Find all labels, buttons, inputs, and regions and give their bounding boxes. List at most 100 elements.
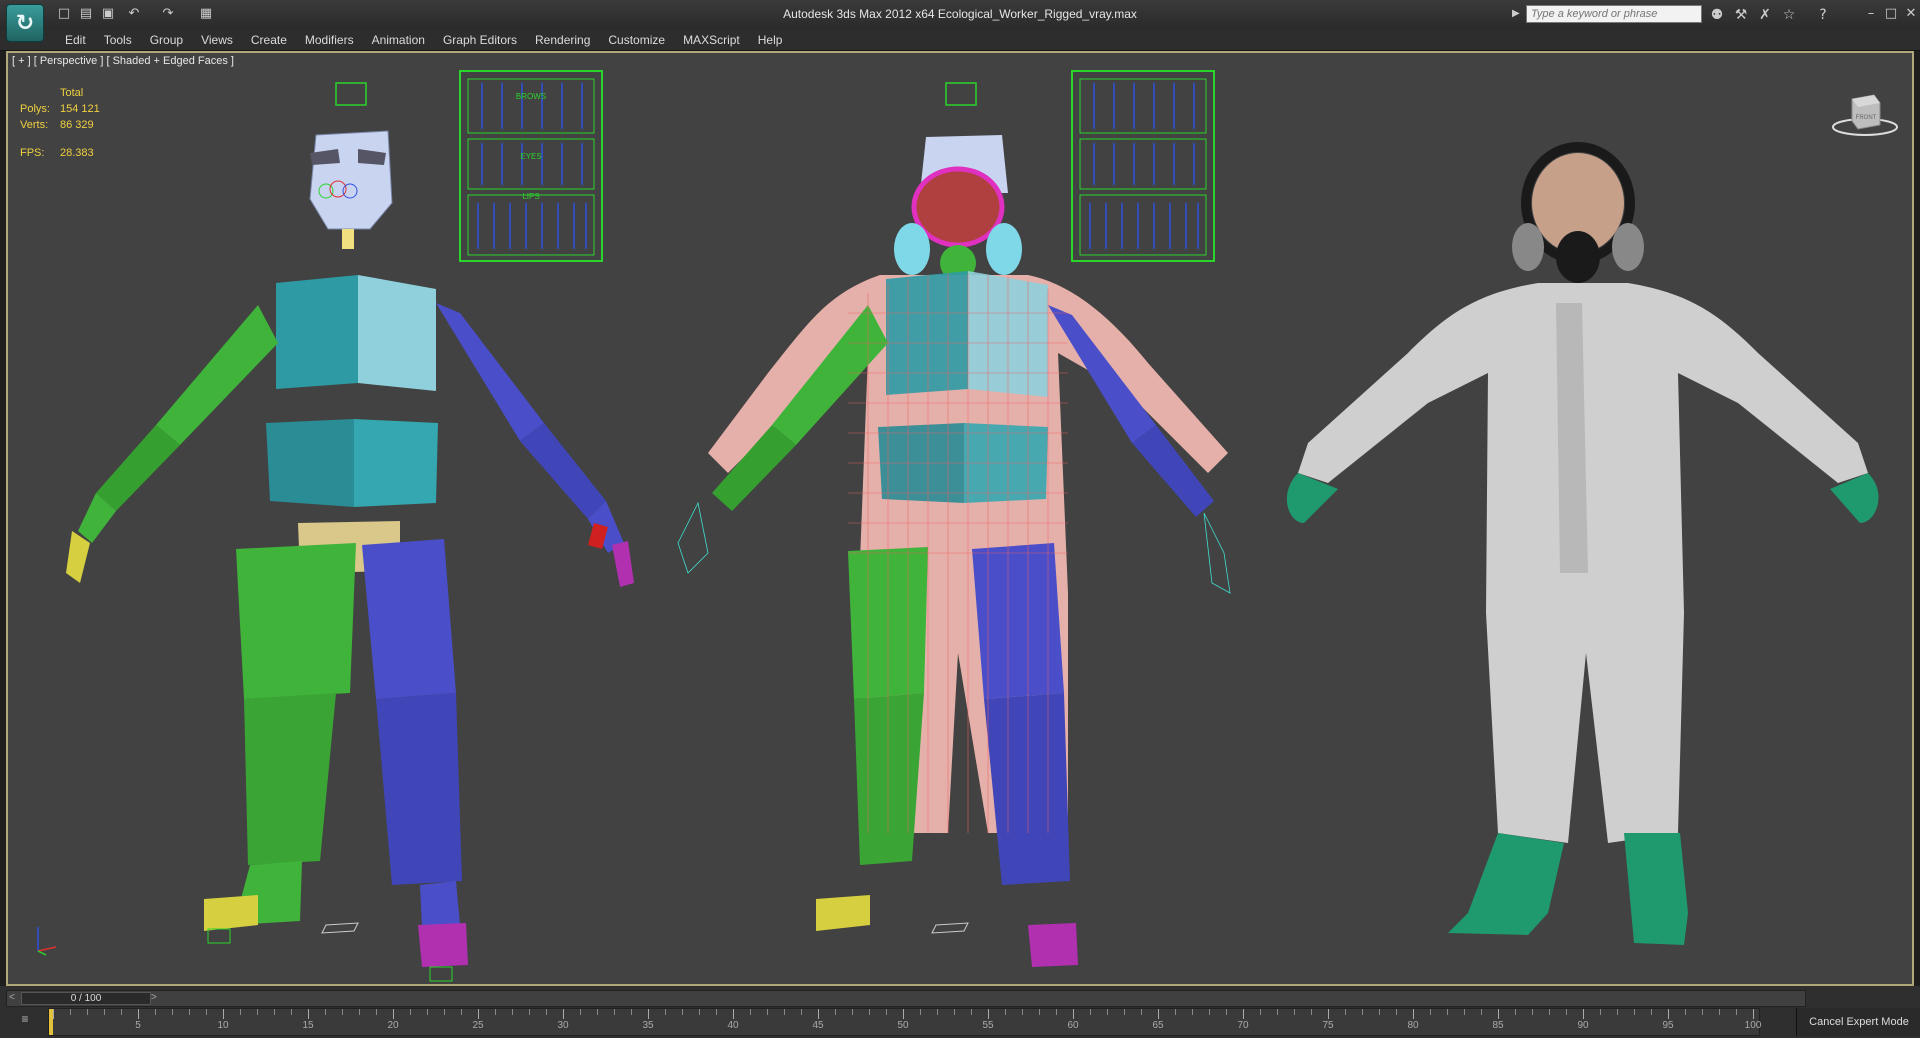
track-tick — [1175, 1009, 1176, 1015]
search-input[interactable] — [1526, 5, 1702, 23]
track-tick — [1260, 1009, 1261, 1015]
menu-tools[interactable]: Tools — [95, 33, 141, 47]
wrench-icon[interactable]: ⚒ — [1732, 6, 1750, 24]
track-tick — [1090, 1009, 1091, 1015]
time-slider-thumb[interactable]: 0 / 100 — [21, 992, 151, 1005]
track-tick — [240, 1009, 241, 1015]
menu-create[interactable]: Create — [242, 33, 296, 47]
track-tick — [121, 1009, 122, 1015]
search-expand-icon[interactable]: ▶ — [1512, 8, 1520, 19]
cancel-expert-mode-button[interactable]: Cancel Expert Mode — [1796, 1008, 1920, 1036]
track-tick — [784, 1009, 785, 1015]
timeline-area: < 0 / 100 > ≡ 5 10 15 20 25 30 35 40 45 50 55 60 65 7… — [0, 986, 1920, 1038]
app-logo-icon[interactable]: ↻ — [6, 4, 44, 42]
track-tick — [512, 1009, 513, 1015]
track-tick — [359, 1009, 360, 1015]
track-tick — [427, 1009, 428, 1015]
track-tick-label: 35 — [642, 1020, 654, 1031]
track-tick — [903, 1009, 904, 1019]
track-tick — [444, 1009, 445, 1015]
track-tick-label: 55 — [982, 1020, 994, 1031]
track-tick — [1073, 1009, 1074, 1019]
track-tick — [1498, 1009, 1499, 1019]
track-tick — [1447, 1009, 1448, 1015]
track-tick — [478, 1009, 479, 1019]
perspective-viewport[interactable]: BROWS EYES LIPS [+] [Perspective] [… — [6, 51, 1914, 986]
track-tick — [1362, 1009, 1363, 1015]
axis-tripod-icon — [37, 927, 57, 956]
menu-rendering[interactable]: Rendering — [526, 33, 599, 47]
track-tick — [1549, 1009, 1550, 1015]
track-tick-label: 90 — [1577, 1020, 1589, 1031]
track-tick — [852, 1009, 853, 1015]
menu-graph-editors[interactable]: Graph Editors — [434, 33, 526, 47]
menu-maxscript[interactable]: MAXScript — [674, 33, 749, 47]
menu-edit[interactable]: Edit — [56, 33, 95, 47]
slider-next-button[interactable]: > — [151, 992, 157, 1003]
star-icon[interactable]: ☆ — [1780, 6, 1798, 24]
track-tick-label: 80 — [1407, 1020, 1419, 1031]
viewcube-icon[interactable]: FRONT — [1830, 89, 1900, 139]
curve-editor-icon[interactable]: ≡ — [10, 1012, 40, 1032]
track-tick — [937, 1009, 938, 1015]
track-tick-label: 70 — [1237, 1020, 1249, 1031]
menu-help[interactable]: Help — [749, 33, 792, 47]
track-tick — [529, 1009, 530, 1015]
track-tick — [376, 1009, 377, 1015]
menu-customize[interactable]: Customize — [599, 33, 674, 47]
track-tick — [274, 1009, 275, 1015]
track-tick — [563, 1009, 564, 1019]
time-slider[interactable]: < 0 / 100 > — [6, 990, 1806, 1007]
track-tick — [410, 1009, 411, 1015]
menu-group[interactable]: Group — [141, 33, 192, 47]
track-tick-label: 95 — [1662, 1020, 1674, 1031]
track-tick-label: 10 — [217, 1020, 229, 1031]
track-tick — [1566, 1009, 1567, 1015]
track-tick — [1226, 1009, 1227, 1015]
track-tick — [835, 1009, 836, 1015]
track-tick — [70, 1009, 71, 1015]
menu-modifiers[interactable]: Modifiers — [296, 33, 363, 47]
panel-label-lips: LIPS — [522, 192, 539, 201]
track-tick — [580, 1009, 581, 1015]
close-icon[interactable]: ✕ — [1902, 5, 1920, 23]
slider-prev-button[interactable]: < — [9, 992, 15, 1003]
track-tick — [920, 1009, 921, 1015]
track-tick — [1583, 1009, 1584, 1019]
track-tick — [1719, 1009, 1720, 1015]
menu-animation[interactable]: Animation — [363, 33, 434, 47]
track-tick — [1532, 1009, 1533, 1015]
track-bar[interactable]: 5 10 15 20 25 30 35 40 45 50 55 60 65 70 75 80 85 90 95 100 — [48, 1008, 1761, 1036]
restore-icon[interactable]: □ — [1882, 5, 1900, 23]
track-tick — [1736, 1009, 1737, 1015]
track-tick — [223, 1009, 224, 1019]
track-tick — [1464, 1009, 1465, 1015]
verts-label: Verts: — [20, 119, 49, 131]
track-tick — [886, 1009, 887, 1015]
minimize-icon[interactable]: – — [1862, 5, 1880, 23]
track-tick — [342, 1009, 343, 1015]
help-icon[interactable]: ? — [1814, 6, 1832, 24]
track-tick-label: 50 — [897, 1020, 909, 1031]
polys-value: 154 121 — [60, 103, 100, 115]
track-tick — [189, 1009, 190, 1015]
track-tick — [1158, 1009, 1159, 1019]
track-tick — [597, 1009, 598, 1015]
track-tick-label: 40 — [727, 1020, 739, 1031]
rendered-worker-figure — [1286, 142, 1879, 945]
track-tick — [1379, 1009, 1380, 1015]
track-tick — [716, 1009, 717, 1015]
viewport-scene[interactable]: BROWS EYES LIPS — [8, 53, 1912, 984]
track-tick — [1022, 1009, 1023, 1015]
viewport-label[interactable]: [ + ] [ Perspective ] [ Shaded + Edged F… — [12, 55, 234, 67]
track-tick — [291, 1009, 292, 1015]
track-tick — [138, 1009, 139, 1019]
menu-views[interactable]: Views — [192, 33, 242, 47]
rig-skeleton-figure: BROWS EYES LIPS — [66, 70, 634, 982]
track-tick — [1600, 1009, 1601, 1015]
track-tick — [869, 1009, 870, 1015]
binoculars-icon[interactable]: ⚉ — [1708, 6, 1726, 24]
track-tick-label: 5 — [135, 1020, 141, 1031]
x-close-icon[interactable]: ✗ — [1756, 6, 1774, 24]
track-tick — [53, 1009, 54, 1019]
